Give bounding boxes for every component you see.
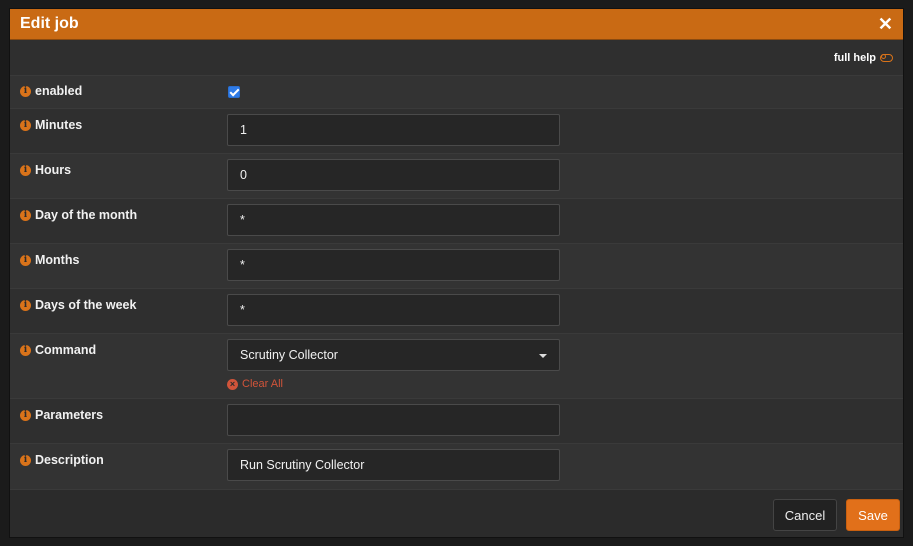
command-label: Command [35,343,97,357]
dialog-header: Edit job ✕ [10,9,903,40]
toggle-icon[interactable] [880,53,893,62]
field-label: i Command [20,343,96,357]
row-description: i Description Run Scrutiny Collector [10,444,903,489]
dialog-body: full help i enabled i Minutes 1 i Hours … [10,40,903,490]
save-button[interactable]: Save [846,499,900,531]
parameters-label: Parameters [35,408,104,422]
close-icon[interactable]: ✕ [878,15,893,33]
info-icon[interactable]: i [20,344,31,356]
cancel-button[interactable]: Cancel [773,499,837,531]
command-select[interactable]: Scrutiny Collector [227,339,560,371]
days-of-week-input[interactable]: * [227,294,560,326]
row-months: i Months * [10,244,903,289]
info-icon[interactable]: i [20,85,31,97]
info-icon[interactable]: i [20,209,31,221]
field-label: i Minutes [20,118,82,132]
clear-all-label: Clear All [242,378,283,390]
months-label: Months [35,253,80,267]
days-of-week-label: Days of the week [35,298,137,312]
full-help-label[interactable]: full help [834,52,876,64]
enabled-checkbox[interactable] [228,86,240,98]
field-label: i Parameters [20,408,103,422]
dialog-title: Edit job [20,15,79,32]
day-of-month-label: Day of the month [35,208,138,222]
help-row: full help [10,40,903,76]
description-input[interactable]: Run Scrutiny Collector [227,449,560,481]
hours-label: Hours [35,163,72,177]
parameters-input[interactable] [227,404,560,436]
hours-input[interactable]: 0 [227,159,560,191]
info-icon[interactable]: i [20,454,31,466]
field-label: i Description [20,453,104,467]
field-label: i enabled [20,84,82,98]
clear-icon: × [227,378,238,390]
info-icon[interactable]: i [20,409,31,421]
chevron-down-icon [539,354,547,358]
edit-job-dialog: Edit job ✕ full help i enabled i Minutes… [9,8,904,538]
months-input[interactable]: * [227,249,560,281]
row-minutes: i Minutes 1 [10,109,903,154]
dialog-footer: Cancel Save [10,489,903,537]
row-parameters: i Parameters [10,399,903,444]
info-icon[interactable]: i [20,119,31,131]
row-hours: i Hours 0 [10,154,903,199]
field-label: i Months [20,253,79,267]
row-enabled: i enabled [10,76,903,109]
command-selected-value: Scrutiny Collector [240,348,338,362]
info-icon[interactable]: i [20,164,31,176]
row-day-of-month: i Day of the month * [10,199,903,244]
day-of-month-input[interactable]: * [227,204,560,236]
row-days-of-week: i Days of the week * [10,289,903,334]
info-icon[interactable]: i [20,299,31,311]
minutes-label: Minutes [35,118,83,132]
description-label: Description [35,453,104,467]
field-label: i Days of the week [20,298,136,312]
clear-all-link[interactable]: × Clear All [227,378,283,390]
field-label: i Day of the month [20,208,137,222]
minutes-input[interactable]: 1 [227,114,560,146]
info-icon[interactable]: i [20,254,31,266]
enabled-label: enabled [35,84,83,98]
row-command: i Command Scrutiny Collector × Clear All [10,334,903,399]
field-label: i Hours [20,163,71,177]
